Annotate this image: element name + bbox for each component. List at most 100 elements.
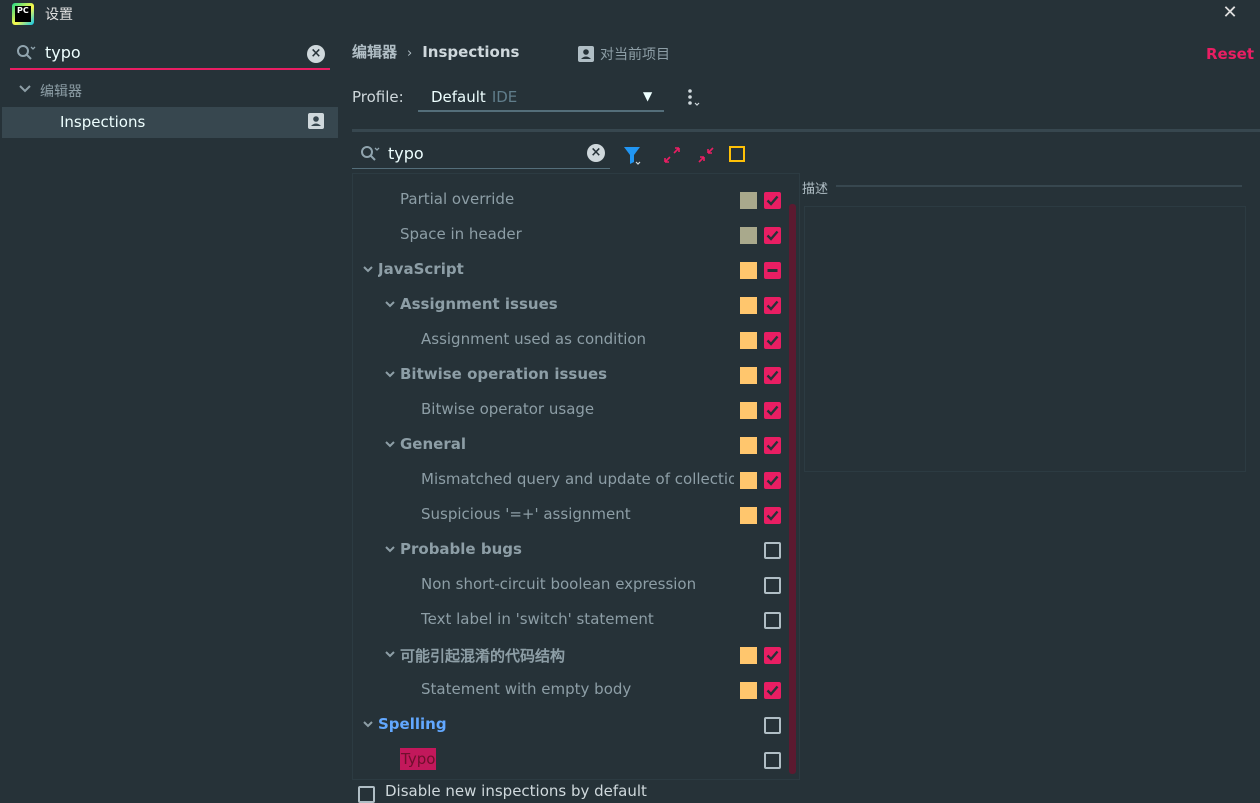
project-scope-icon <box>308 113 324 129</box>
inspection-checkbox[interactable] <box>764 577 781 594</box>
more-options-icon[interactable] <box>684 88 704 110</box>
tree-row[interactable]: Partial override <box>353 182 799 217</box>
tree-row-label: Statement with empty body <box>421 680 632 698</box>
tree-row[interactable]: Bitwise operation issues <box>353 357 799 392</box>
tree-row-label: Space in header <box>400 225 522 243</box>
inspection-checkbox[interactable] <box>764 192 781 209</box>
chevron-down-icon[interactable] <box>361 262 375 276</box>
minus-icon <box>767 269 778 272</box>
inspection-checkbox[interactable] <box>764 227 781 244</box>
title-bar: PC 设置 ✕ <box>0 0 1260 28</box>
chevron-down-icon[interactable] <box>383 367 397 381</box>
tree-row-label: Partial override <box>400 190 515 208</box>
inspection-filter-input[interactable]: typo × <box>352 140 610 169</box>
severity-icon <box>740 647 757 664</box>
close-window-button[interactable]: ✕ <box>1220 3 1240 23</box>
inspection-checkbox[interactable] <box>764 332 781 349</box>
window-title: 设置 <box>45 7 73 23</box>
chevron-down-icon[interactable] <box>383 437 397 451</box>
severity-icon <box>740 227 757 244</box>
inspection-checkbox[interactable] <box>764 717 781 734</box>
tree-row-label: Bitwise operation issues <box>400 365 608 383</box>
inspection-checkbox[interactable] <box>764 542 781 559</box>
chevron-down-icon[interactable] <box>383 647 397 661</box>
tree-row[interactable]: Bitwise operator usage <box>353 392 799 427</box>
sidebar-item-inspections[interactable]: Inspections <box>2 107 338 138</box>
collapse-all-icon[interactable] <box>696 145 716 165</box>
profile-dropdown[interactable]: Default IDE ▼ <box>418 84 664 112</box>
check-icon <box>766 300 779 311</box>
inspection-checkbox[interactable] <box>764 507 781 524</box>
tree-row[interactable]: Mismatched query and update of collectio… <box>353 462 799 497</box>
description-label: 描述 <box>802 182 829 197</box>
check-icon <box>766 370 779 381</box>
search-icon <box>361 146 380 161</box>
tree-row[interactable]: Probable bugs <box>353 532 799 567</box>
chevron-down-icon[interactable] <box>361 717 375 731</box>
settings-search-input[interactable]: typo × <box>10 40 330 70</box>
inspection-checkbox[interactable] <box>764 262 781 279</box>
clear-search-icon[interactable]: × <box>307 45 325 63</box>
check-icon <box>766 650 779 661</box>
severity-icon <box>740 332 757 349</box>
tree-row-label: Assignment used as condition <box>421 330 647 348</box>
expand-all-icon[interactable] <box>662 145 682 165</box>
inspection-checkbox[interactable] <box>764 297 781 314</box>
filter-icon[interactable] <box>622 145 644 167</box>
inspection-checkbox[interactable] <box>764 402 781 419</box>
tree-row-label: Spelling <box>378 715 447 733</box>
breadcrumb-editor[interactable]: 编辑器 <box>352 43 397 61</box>
tree-row[interactable]: Assignment issues <box>353 287 799 322</box>
sidebar-item-label: 编辑器 <box>40 84 82 100</box>
tree-row-label: JavaScript <box>378 260 464 278</box>
inspection-checkbox[interactable] <box>764 437 781 454</box>
check-icon <box>766 510 779 521</box>
tree-row[interactable]: Text label in 'switch' statement <box>353 602 799 637</box>
chevron-down-icon[interactable] <box>383 297 397 311</box>
check-icon <box>766 230 779 241</box>
tree-row[interactable]: Suspicious '=+' assignment <box>353 497 799 532</box>
check-icon <box>766 685 779 696</box>
tree-row[interactable]: General <box>353 427 799 462</box>
reset-link[interactable]: Reset <box>1206 45 1254 63</box>
inspection-checkbox[interactable] <box>764 612 781 629</box>
tree-row[interactable]: Non short-circuit boolean expression <box>353 567 799 602</box>
severity-icon <box>740 507 757 524</box>
severity-icon <box>740 682 757 699</box>
profile-hint: IDE <box>491 88 518 106</box>
inspection-checkbox[interactable] <box>764 752 781 769</box>
sidebar-item-editor[interactable]: 编辑器 <box>0 78 338 104</box>
tree-row-label: Bitwise operator usage <box>421 400 595 418</box>
inspection-filter-text: typo <box>388 144 424 163</box>
settings-search-text: typo <box>45 43 81 62</box>
tree-row[interactable]: JavaScript <box>353 252 799 287</box>
severity-icon <box>740 262 757 279</box>
tree-row[interactable]: Spelling <box>353 707 799 742</box>
breadcrumb: 编辑器 › Inspections <box>352 41 519 62</box>
severity-icon <box>740 367 757 384</box>
inspection-checkbox[interactable] <box>764 682 781 699</box>
breadcrumb-inspections: Inspections <box>422 43 520 61</box>
tree-row[interactable]: Assignment used as condition <box>353 322 799 357</box>
pycharm-app-icon: PC <box>12 3 34 25</box>
tree-row[interactable]: Space in header <box>353 217 799 252</box>
tree-scrollbar[interactable] <box>789 204 796 774</box>
inspection-checkbox[interactable] <box>764 647 781 664</box>
tree-row-label: Probable bugs <box>400 540 522 558</box>
inspection-checkbox[interactable] <box>764 472 781 489</box>
severity-icon <box>740 402 757 419</box>
clear-filter-icon[interactable]: × <box>587 144 605 162</box>
tree-row[interactable]: 可能引起混淆的代码结构 <box>353 637 799 672</box>
reset-to-empty-icon[interactable] <box>728 145 746 163</box>
inspections-tree: Partial override Space in header JavaScrip… <box>352 173 800 780</box>
chevron-down-icon[interactable] <box>383 542 397 556</box>
tree-row[interactable]: Statement with empty body <box>353 672 799 707</box>
tree-row[interactable]: Typo <box>353 742 799 777</box>
header-divider <box>352 129 1260 132</box>
settings-sidebar: typo × 编辑器 Inspections <box>0 28 340 791</box>
inspection-checkbox[interactable] <box>764 367 781 384</box>
project-scope-label: 对当前项目 <box>578 44 670 64</box>
description-divider <box>836 185 1242 187</box>
tree-row-label: Typo <box>400 748 437 770</box>
disable-new-inspections-checkbox[interactable] <box>358 786 375 803</box>
